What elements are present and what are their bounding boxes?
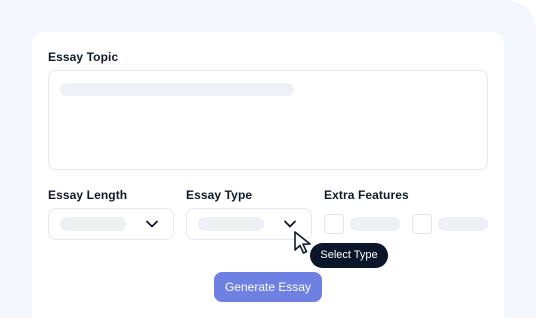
chevron-down-icon: [146, 220, 158, 228]
essay-type-placeholder: [198, 217, 264, 231]
essay-length-placeholder: [60, 217, 126, 231]
select-type-tooltip: Select Type: [310, 243, 388, 268]
chevron-down-icon: [284, 220, 296, 228]
essay-topic-label: Essay Topic: [48, 50, 119, 64]
essay-topic-placeholder: [60, 83, 294, 96]
extra-features-label: Extra Features: [324, 188, 409, 202]
essay-length-select[interactable]: [48, 208, 174, 240]
essay-topic-input[interactable]: [48, 70, 488, 170]
extra-feature-label-1: [350, 217, 400, 231]
essay-type-label: Essay Type: [186, 188, 253, 202]
generate-essay-button[interactable]: Generate Essay: [214, 272, 322, 302]
extra-feature-label-2: [438, 217, 488, 231]
extra-feature-checkbox-2[interactable]: [412, 214, 432, 234]
essay-length-label: Essay Length: [48, 188, 128, 202]
extra-feature-checkbox-1[interactable]: [324, 214, 344, 234]
